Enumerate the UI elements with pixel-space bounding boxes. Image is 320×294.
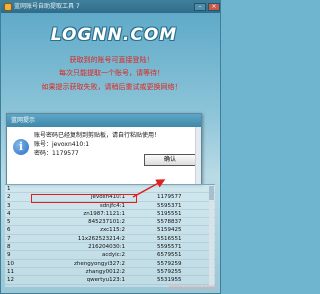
row-password: 5159425 xyxy=(157,227,182,234)
table-row[interactable]: 4 zn1987:1121:1 5195551 xyxy=(5,210,215,219)
dialog-scrollbar[interactable] xyxy=(195,127,201,185)
table-row[interactable]: 10 zhengyongyi327:2 5579259 xyxy=(5,260,215,268)
row-index: 2 xyxy=(7,194,11,201)
account-table: 1 2 jevoxn410:1 1179577 3 sdnjfc4:1 5595… xyxy=(5,184,215,287)
row-index: 5 xyxy=(7,219,11,226)
title-bar: 蓝网账号自助提取工具 7 – × xyxy=(1,1,220,13)
message-dialog: 蓝网提示 i 账号密码已经复制到剪贴板，请自行粘贴使用！ 账号：jevoxn41… xyxy=(6,113,202,185)
row-account: zxc115:2 xyxy=(100,227,125,234)
table-row[interactable]: 6 zxc115:2 5159425 xyxy=(5,226,215,235)
table-scrollbar-thumb[interactable] xyxy=(209,186,214,200)
close-button[interactable]: × xyxy=(208,3,220,11)
logo: LOGNN.COM xyxy=(50,25,178,45)
row-account: 11x262523214:2 xyxy=(77,235,125,242)
dialog-body: i 账号密码已经复制到剪贴板，请自行粘贴使用！ 账号：jevoxn410:1 密… xyxy=(7,127,201,185)
row-index: 10 xyxy=(7,260,14,267)
notice-line-1: 获取到的账号可直接登陆！ xyxy=(69,56,154,64)
row-password: 1179577 xyxy=(157,194,182,201)
info-icon: i xyxy=(13,139,29,155)
row-account: qwertyu123:1 xyxy=(86,277,125,284)
row-account: zhengyongyi327:2 xyxy=(74,260,125,267)
app-icon xyxy=(4,3,12,11)
table-scrollbar[interactable] xyxy=(209,186,214,286)
row-account: jevoxn410:1 xyxy=(91,194,125,201)
minimize-button[interactable]: – xyxy=(194,3,206,11)
row-password: 5516551 xyxy=(157,235,182,242)
confirm-button[interactable]: 确认 xyxy=(144,154,196,166)
table-row[interactable]: 11 zhangy0012:2 5579255 xyxy=(5,268,215,277)
watermark: www.lognn.com xyxy=(168,284,216,291)
dialog-message-line-2: 账号：jevoxn410:1 xyxy=(34,141,90,148)
table-row[interactable]: 2 jevoxn410:1 1179577 xyxy=(5,193,215,202)
row-account: 216204030:1 xyxy=(88,244,125,251)
row-password: 5578837 xyxy=(157,219,182,226)
row-index: 7 xyxy=(7,235,11,242)
row-index: 8 xyxy=(7,244,11,251)
row-index: 4 xyxy=(7,210,11,217)
row-account: zhangy0012:2 xyxy=(85,268,125,275)
app-window: 蓝网账号自助提取工具 7 – × LOGNN.COM 获取到的账号可直接登陆！ … xyxy=(0,0,221,294)
row-password: 6579551 xyxy=(157,252,182,259)
notice-line-2: 每次只能提取一个账号，请等待！ xyxy=(59,69,164,77)
row-index: 12 xyxy=(7,277,14,284)
row-index: 1 xyxy=(7,186,11,192)
row-password: 5595571 xyxy=(157,244,182,251)
row-password: 5195551 xyxy=(157,210,182,217)
table-row[interactable]: 5 845237101:2 5578837 xyxy=(5,218,215,227)
table-rows: 1 2 jevoxn410:1 1179577 3 sdnjfc4:1 5595… xyxy=(5,185,215,285)
row-account: zn1987:1121:1 xyxy=(83,210,125,217)
notice-line-3: 如果提示获取失败，请稍后重试或更换网络！ xyxy=(41,83,182,91)
row-account: 845237101:2 xyxy=(88,219,125,226)
row-account: acdyic:2 xyxy=(101,252,125,259)
row-account: sdnjfc4:1 xyxy=(99,202,125,209)
row-index: 3 xyxy=(7,202,11,209)
table-row[interactable]: 9 acdyic:2 6579551 xyxy=(5,251,215,260)
row-password: 5595371 xyxy=(157,202,182,209)
table-row[interactable]: 3 sdnjfc4:1 5595371 xyxy=(5,202,215,210)
table-row[interactable]: 1 xyxy=(5,185,215,194)
row-password: 5579255 xyxy=(157,268,182,275)
table-row[interactable]: 7 11x262523214:2 5516551 xyxy=(5,235,215,244)
row-index: 6 xyxy=(7,227,11,234)
table-row[interactable]: 8 216204030:1 5595571 xyxy=(5,243,215,252)
window-controls: – × xyxy=(194,3,220,11)
row-index: 9 xyxy=(7,252,11,259)
dialog-title: 蓝网提示 xyxy=(7,114,201,127)
window-title: 蓝网账号自助提取工具 7 xyxy=(14,3,80,10)
row-index: 11 xyxy=(7,268,14,275)
row-password: 5579259 xyxy=(157,260,182,267)
dialog-message-line-1: 账号密码已经复制到剪贴板，请自行粘贴使用！ xyxy=(34,132,161,139)
